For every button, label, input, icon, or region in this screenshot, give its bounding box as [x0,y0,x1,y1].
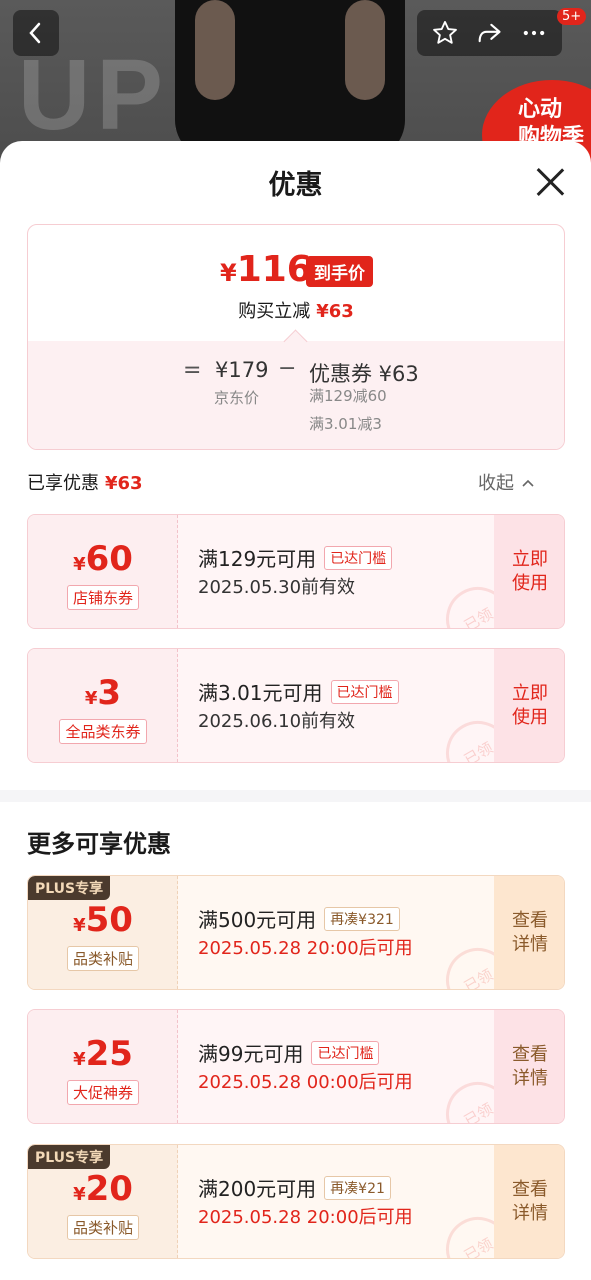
coupon-type-label: 大促神券 [66,1080,139,1105]
coupon-type: 品类补贴 [28,1215,178,1240]
enjoyed-label: 已享优惠 [27,473,99,494]
share-icon[interactable] [475,19,503,47]
coupon-card: PLUS专享 ¥50 品类补贴 满500元可用 再凑¥321 2025.05.28… [27,875,565,990]
section-divider [0,790,591,802]
coupon-amount-value: 60 [85,539,133,579]
coupon-condition: 满500元可用 再凑¥321 [198,904,400,933]
enjoyed-discount: 已享优惠 ¥63 [27,469,143,495]
coupon-card: ¥3 全品类东券 满3.01元可用 已达门槛 2025.06.10前有效 已领 立… [27,648,565,763]
coupon-amount: ¥50 [28,900,178,940]
coupon-amount-value: 25 [85,1034,133,1074]
close-icon[interactable] [531,163,569,201]
view-details-button[interactable]: 查看详情 [494,876,564,989]
coupon-status-tag: 已达门槛 [330,679,399,704]
coupon-amount: ¥20 [28,1169,178,1209]
discount-sheet: 优惠 ¥ 116 到手价 购买立减 ¥63 = ¥179 京东价 − 优惠券 ¥6… [0,141,591,1280]
coupon-card: ¥25 大促神券 满99元可用 已达门槛 2025.05.28 00:00后可用 … [27,1009,565,1124]
coupon-status-tag: 已达门槛 [311,1040,380,1065]
coupon-condition: 满3.01元可用 已达门槛 [198,677,399,706]
coupon-validity: 2025.05.30前有效 [198,577,356,598]
product-image [175,0,405,160]
coupon-amount-value: 50 [85,900,133,940]
minus-sign: − [278,356,297,381]
use-now-button[interactable]: 立即使用 [494,515,564,628]
chevron-left-icon [29,22,41,44]
coupon-type-label: 品类补贴 [66,946,139,971]
coupon-currency: ¥ [73,1049,86,1070]
coupon-type: 店铺东券 [28,585,178,610]
collapse-button[interactable]: 收起 [478,469,536,495]
coupon-status-tag: 再凑¥21 [324,1175,391,1200]
coupon-total: 优惠券 ¥63 [309,362,419,386]
coupon-card: ¥60 店铺东券 满129元可用 已达门槛 2025.05.30前有效 已领 立即… [27,514,565,629]
coupon-rule: 满129减60 [309,387,387,405]
jd-price: ¥179 [215,358,269,382]
coupon-condition: 满129元可用 已达门槛 [198,543,393,572]
final-price-tag: 到手价 [306,256,373,287]
reduce-line: 购买立减 ¥63 [28,297,564,323]
coupon-amount-value: 3 [97,673,122,713]
coupon-validity: 2025.06.10前有效 [198,711,356,732]
coupon-type-label: 品类补贴 [66,1215,139,1240]
plus-badge: PLUS专享 [28,876,111,900]
top-action-group [417,10,562,56]
coupon-amount: ¥25 [28,1034,178,1074]
coupon-condition-text: 满200元可用 [198,1177,317,1201]
coupon-type-label: 店铺东券 [66,585,139,610]
message-badge: 5+ [557,8,587,25]
coupon-type: 品类补贴 [28,946,178,971]
coupon-condition-text: 满3.01元可用 [198,681,323,705]
coupon-condition-text: 满129元可用 [198,547,317,571]
coupon-validity: 2025.05.28 20:00后可用 [198,938,413,959]
coupon-card: PLUS专享 ¥20 品类补贴 满200元可用 再凑¥21 2025.05.28 … [27,1144,565,1259]
collapse-label: 收起 [478,473,514,494]
coupon-amount-value: 20 [85,1169,133,1209]
view-details-button[interactable]: 查看详情 [494,1010,564,1123]
price-summary: ¥ 116 到手价 购买立减 ¥63 = ¥179 京东价 − 优惠券 ¥63 满… [27,224,565,450]
enjoyed-amount: ¥63 [105,473,143,494]
more-icon[interactable] [520,19,548,47]
final-price-value: 116 [236,249,312,290]
equals-sign: = [183,358,202,383]
coupon-condition-text: 满99元可用 [198,1042,304,1066]
coupon-currency: ¥ [84,688,98,709]
coupon-condition: 满99元可用 已达门槛 [198,1038,380,1067]
coupon-type: 大促神券 [28,1080,178,1105]
back-button[interactable] [13,10,59,56]
coupon-condition-text: 满500元可用 [198,908,317,932]
coupon-amount: ¥3 [28,673,178,713]
coupon-currency: ¥ [73,554,86,575]
plus-badge: PLUS专享 [28,1145,111,1169]
coupon-amount: ¥60 [28,539,178,579]
chevron-up-icon [522,479,534,487]
currency-symbol: ¥ [220,259,237,287]
reduce-label: 购买立减 [238,301,311,322]
promo-badge-line-1: 心动 [518,97,563,122]
final-price: ¥ 116 [220,249,312,290]
reduce-amount: ¥63 [316,301,354,322]
view-details-button[interactable]: 查看详情 [494,1145,564,1258]
coupon-status-tag: 已达门槛 [324,545,393,570]
coupon-condition: 满200元可用 再凑¥21 [198,1173,391,1202]
more-discounts-title: 更多可享优惠 [27,830,171,858]
coupon-rule: 满3.01减3 [309,415,382,433]
coupon-currency: ¥ [73,915,86,936]
star-icon[interactable] [431,19,459,47]
use-now-button[interactable]: 立即使用 [494,649,564,762]
coupon-currency: ¥ [73,1184,86,1205]
coupon-type-label: 全品类东券 [59,719,147,744]
coupon-type: 全品类东券 [28,719,178,744]
jd-price-label: 京东价 [214,389,260,407]
coupon-validity: 2025.05.28 20:00后可用 [198,1207,413,1228]
sheet-title: 优惠 [268,170,323,201]
coupon-validity: 2025.05.28 00:00后可用 [198,1072,413,1093]
coupon-status-tag: 再凑¥321 [324,906,400,931]
